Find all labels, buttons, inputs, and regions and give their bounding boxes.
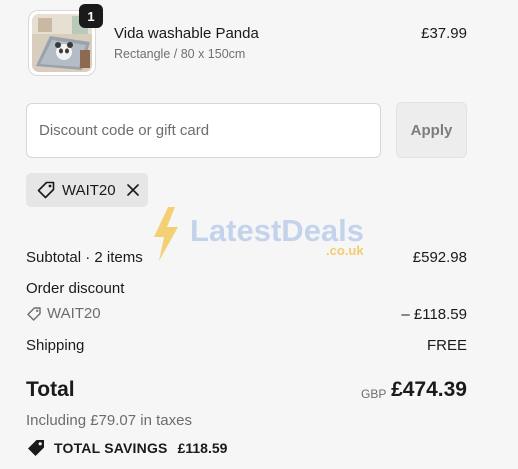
tax-note: Including £79.07 in taxes — [26, 412, 192, 429]
applied-code-label: WAIT20 — [62, 181, 116, 199]
total-value: £474.39 — [391, 378, 467, 401]
savings-tag-icon — [26, 438, 46, 458]
shipping-label: Shipping — [26, 337, 85, 354]
total-currency: GBP — [361, 387, 387, 401]
latestdeals-watermark: LatestDeals .co.uk — [150, 203, 380, 265]
remove-code-icon[interactable] — [126, 183, 140, 197]
shipping-value: FREE — [426, 337, 467, 354]
tag-icon — [36, 180, 56, 200]
product-variant: Rectangle / 80 x 150cm — [114, 47, 246, 61]
product-name: Vida washable Panda — [114, 25, 259, 42]
total-savings-value: £118.59 — [177, 440, 228, 456]
lightning-bolt-icon — [154, 207, 178, 261]
product-price: £37.99 — [421, 25, 467, 42]
total-savings-row: TOTAL SAVINGS £118.59 — [26, 438, 227, 458]
discount-code-line: WAIT20 — [26, 305, 101, 322]
total-savings-label: TOTAL SAVINGS — [54, 440, 168, 456]
apply-discount-button[interactable]: Apply — [396, 102, 467, 158]
tag-icon — [26, 306, 42, 322]
discount-value: – £118.59 — [401, 306, 467, 323]
order-discount-label: Order discount — [26, 280, 125, 297]
discount-code-text: WAIT20 — [47, 305, 101, 322]
subtotal-value: £592.98 — [412, 249, 467, 266]
applied-code-chip: WAIT20 — [26, 173, 148, 207]
watermark-suffix: .co.uk — [326, 243, 364, 258]
quantity-badge: 1 — [79, 4, 103, 28]
total-label: Total — [26, 378, 75, 401]
discount-code-input[interactable] — [26, 103, 381, 158]
subtotal-label: Subtotal · 2 items — [26, 249, 143, 266]
